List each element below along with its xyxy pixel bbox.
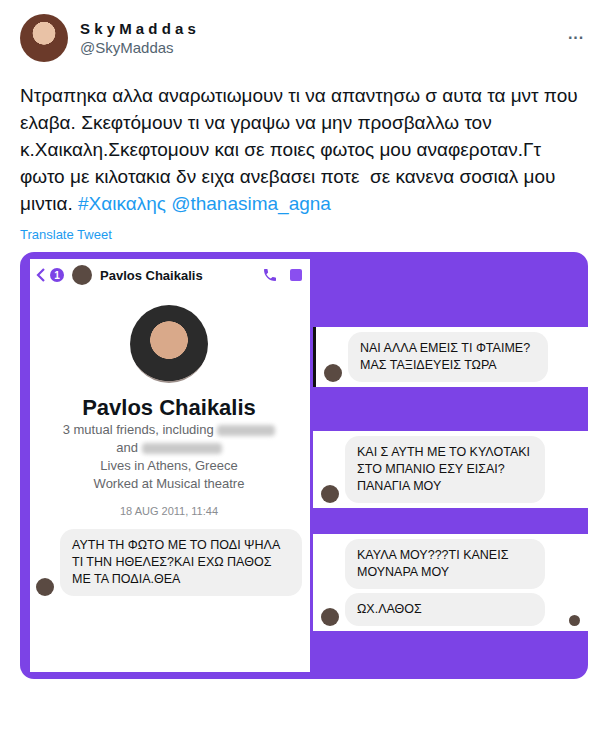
unread-badge: 1	[50, 268, 64, 282]
contact-name: Pavlos Chaikalis	[100, 268, 258, 283]
blurred-name	[142, 443, 222, 454]
profile-name: Pavlos Chaikalis	[36, 395, 302, 421]
mutual-friends-cont: and	[36, 439, 302, 457]
tweet-header: S k y M a d d a s @SkyMaddas ···	[20, 14, 588, 62]
tweet: S k y M a d d a s @SkyMaddas ··· Ντραπηκα α…	[0, 0, 608, 738]
messenger-screenshot: 1Pavlos ChaikalisPavlos Chaikalis3 mutua…	[30, 259, 310, 672]
tweet-link[interactable]: @thanasima_agna	[171, 193, 331, 214]
message-fragment: ΚΑΥΛΑ ΜΟΥ???ΤΙ ΚΑΝΕΙΣ ΜΟΥΝΑΡΑ ΜΟΥ ΩΧ.ΛΑΘΟ…	[313, 534, 588, 631]
sender-avatar	[36, 578, 54, 596]
attached-image[interactable]: 1Pavlos ChaikalisPavlos Chaikalis3 mutua…	[20, 252, 588, 679]
message-bubble: ΑΥΤΗ ΤΗ ΦΩΤΟ ΜΕ ΤΟ ΠΟΔΙ ΨΗΛΑ ΤΙ ΤΗΝ ΗΘΕΛ…	[60, 529, 302, 596]
messenger-header: 1 Pavlos Chaikalis	[36, 263, 302, 287]
worked-at: Worked at Musical theatre	[36, 475, 302, 493]
mutual-friends: 3 mutual friends, including	[36, 421, 302, 439]
message-fragment: ΚΑΙ Σ ΑΥΤΗ ΜΕ ΤΟ ΚΥΛΟΤΑΚΙ ΣΤΟ ΜΠΑΝΙΟ ΕΣΥ…	[313, 431, 588, 508]
message-bubble: ΩΧ.ΛΑΘΟΣ	[345, 593, 545, 626]
video-icon	[290, 269, 302, 281]
author-handle[interactable]: @SkyMaddas	[80, 39, 556, 56]
message-bubble: ΚΑΙ Σ ΑΥΤΗ ΜΕ ΤΟ ΚΥΛΟΤΑΚΙ ΣΤΟ ΜΠΑΝΙΟ ΕΣΥ…	[345, 436, 545, 503]
sender-avatar	[321, 608, 339, 626]
profile-photo	[130, 305, 208, 383]
back-icon	[36, 267, 46, 283]
message-fragment: ΝΑΙ ΑΛΛΑ ΕΜΕΙΣ ΤΙ ΦΤΑΙΜΕ?ΜΑΣ ΤΑΞΙΔΕΥΕΙΣ …	[313, 327, 588, 387]
blurred-name	[217, 425, 275, 436]
sender-avatar	[321, 485, 339, 503]
timestamp: 18 AUG 2011, 11:44	[36, 505, 302, 517]
message-row: ΑΥΤΗ ΤΗ ΦΩΤΟ ΜΕ ΤΟ ΠΟΔΙ ΨΗΛΑ ΤΙ ΤΗΝ ΗΘΕΛ…	[36, 529, 302, 596]
more-button[interactable]: ···	[568, 29, 588, 47]
author-avatar[interactable]	[20, 14, 68, 62]
translate-link[interactable]: Translate Tweet	[20, 227, 588, 242]
message-bubble: ΚΑΥΛΑ ΜΟΥ???ΤΙ ΚΑΝΕΙΣ ΜΟΥΝΑΡΑ ΜΟΥ	[345, 539, 545, 589]
lives-in: Lives in Athens, Greece	[36, 457, 302, 475]
tweet-text: Ντραπηκα αλλα αναρωτιωμουν τι να απαντησ…	[20, 82, 588, 217]
tweet-text-part	[166, 193, 171, 214]
seen-avatar	[569, 615, 580, 626]
phone-icon	[262, 267, 278, 283]
message-bubble: ΝΑΙ ΑΛΛΑ ΕΜΕΙΣ ΤΙ ΦΤΑΙΜΕ?ΜΑΣ ΤΑΞΙΔΕΥΕΙΣ …	[348, 332, 548, 382]
tweet-link[interactable]: #Χαικαλης	[78, 193, 166, 214]
contact-avatar	[72, 265, 92, 285]
author-name[interactable]: S k y M a d d a s	[80, 20, 556, 37]
sender-avatar	[324, 364, 342, 382]
